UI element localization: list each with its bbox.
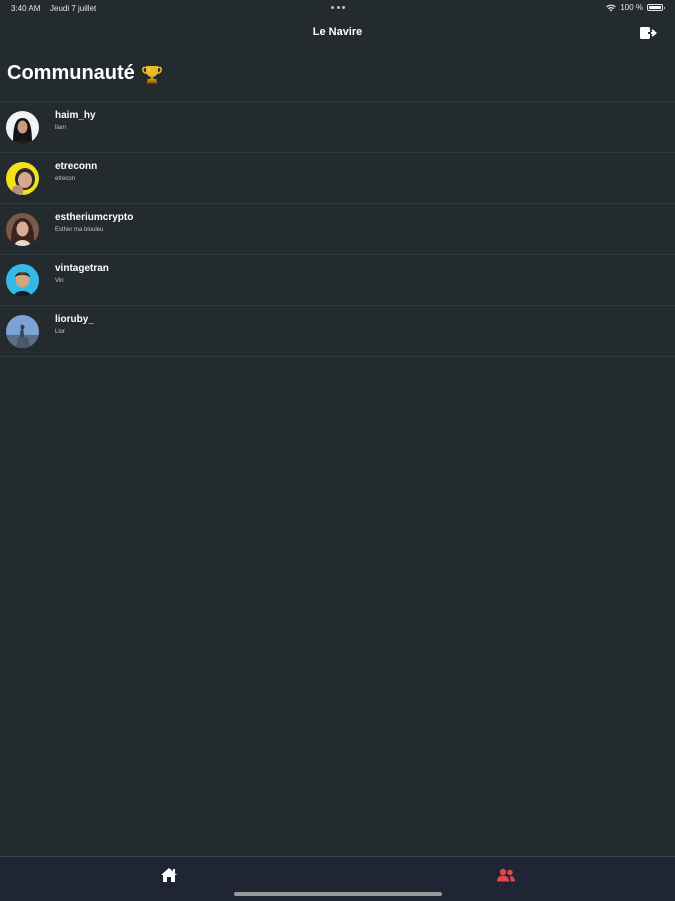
multitasking-dots-icon[interactable] (331, 6, 345, 9)
tab-bar (0, 856, 675, 901)
username: vintagetran (55, 263, 109, 274)
battery-percent: 100 % (620, 3, 643, 12)
status-right: 100 % (606, 3, 665, 12)
page-title: Communauté (7, 62, 163, 85)
page-title-text: Communauté (7, 62, 135, 84)
avatar (6, 162, 39, 195)
trophy-icon (141, 63, 163, 85)
user-list: haim_hy liam etreconn etrecon estheriumc… (0, 101, 675, 357)
status-time: 3:40 AM (11, 4, 41, 13)
community-icon (496, 868, 516, 887)
tab-home[interactable] (157, 865, 181, 889)
user-subtitle: Vin (55, 278, 64, 284)
list-item[interactable]: lioruby_ Lior (0, 306, 675, 357)
status-date: Jeudi 7 juillet (50, 4, 97, 13)
nav-title: Le Navire (312, 26, 363, 38)
avatar (6, 213, 39, 246)
list-item[interactable]: etreconn etrecon (0, 153, 675, 204)
list-item[interactable]: haim_hy liam (0, 102, 675, 153)
user-subtitle: etrecon (55, 176, 76, 182)
home-indicator (234, 892, 442, 896)
username: etreconn (55, 161, 98, 172)
user-subtitle: liam (55, 125, 67, 131)
logout-button[interactable] (639, 25, 658, 41)
username: estheriumcrypto (55, 212, 134, 223)
avatar (6, 111, 39, 144)
logout-icon (639, 27, 658, 45)
navigation-bar: Le Navire (0, 16, 675, 52)
home-icon (160, 867, 178, 888)
avatar (6, 264, 39, 297)
tab-community[interactable] (494, 865, 518, 889)
wifi-icon (606, 4, 617, 12)
user-subtitle: Esther ma biouleu (55, 227, 104, 233)
avatar (6, 315, 39, 348)
username: lioruby_ (55, 314, 94, 325)
list-item[interactable]: estheriumcrypto Esther ma biouleu (0, 204, 675, 255)
username: haim_hy (55, 110, 96, 121)
user-subtitle: Lior (55, 329, 66, 335)
status-bar: 3:40 AM Jeudi 7 juillet 100 % (0, 0, 675, 16)
battery-icon (647, 4, 665, 11)
list-item[interactable]: vintagetran Vin (0, 255, 675, 306)
